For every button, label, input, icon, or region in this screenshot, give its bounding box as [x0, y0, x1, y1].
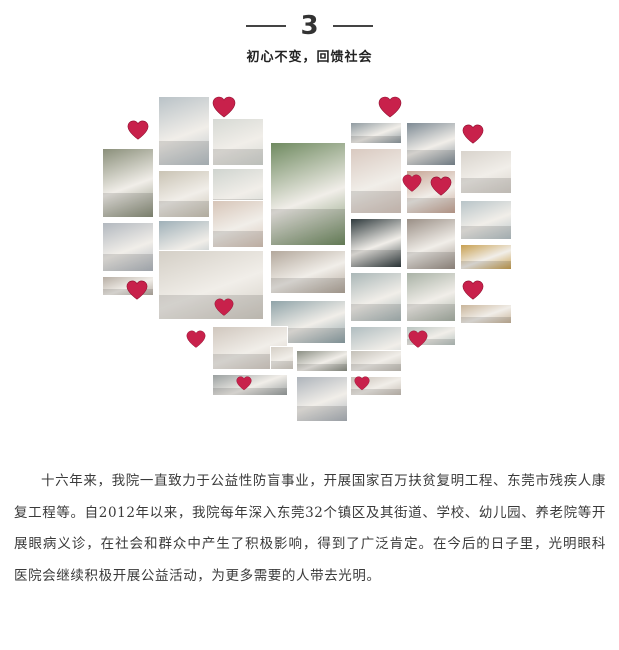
body-paragraph: 十六年来，我院一直致力于公益性防盲事业，开展国家百万扶贫复明工程、东莞市残疾人康… — [14, 473, 606, 584]
heart-icon — [212, 96, 236, 118]
heart-photo-collage — [0, 0, 619, 430]
collage-photo — [350, 272, 402, 322]
heart-icon — [402, 174, 422, 192]
collage-photo — [350, 218, 402, 268]
heart-icon — [430, 176, 452, 196]
collage-photo — [102, 222, 154, 272]
collage-photo — [270, 250, 346, 294]
heart-icon — [354, 376, 370, 391]
heart-icon — [186, 330, 206, 348]
heart-icon — [214, 298, 234, 316]
heart-icon — [462, 124, 484, 144]
collage-photo — [350, 122, 402, 144]
collage-photo — [212, 118, 264, 166]
heart-icon — [127, 120, 149, 140]
collage-photo — [406, 272, 456, 322]
collage-photo — [270, 346, 294, 370]
collage-photo — [350, 350, 402, 372]
collage-photo — [158, 170, 210, 218]
collage-photo — [406, 122, 456, 166]
collage-photo — [460, 244, 512, 270]
heart-icon — [462, 280, 484, 300]
collage-photo — [296, 376, 348, 422]
collage-photo — [158, 250, 264, 320]
collage-photo — [460, 150, 512, 194]
heart-icon — [378, 96, 402, 118]
collage-photo — [460, 200, 512, 240]
heart-icon — [408, 330, 428, 348]
collage-photo — [350, 148, 402, 214]
collage-photo — [296, 350, 348, 372]
collage-photo — [460, 304, 512, 324]
collage-photo — [102, 148, 154, 218]
collage-photo — [270, 142, 346, 246]
collage-photo — [406, 218, 456, 270]
heart-icon — [236, 376, 252, 391]
collage-photo — [158, 96, 210, 166]
heart-icon — [126, 280, 148, 300]
collage-photo — [212, 200, 264, 248]
